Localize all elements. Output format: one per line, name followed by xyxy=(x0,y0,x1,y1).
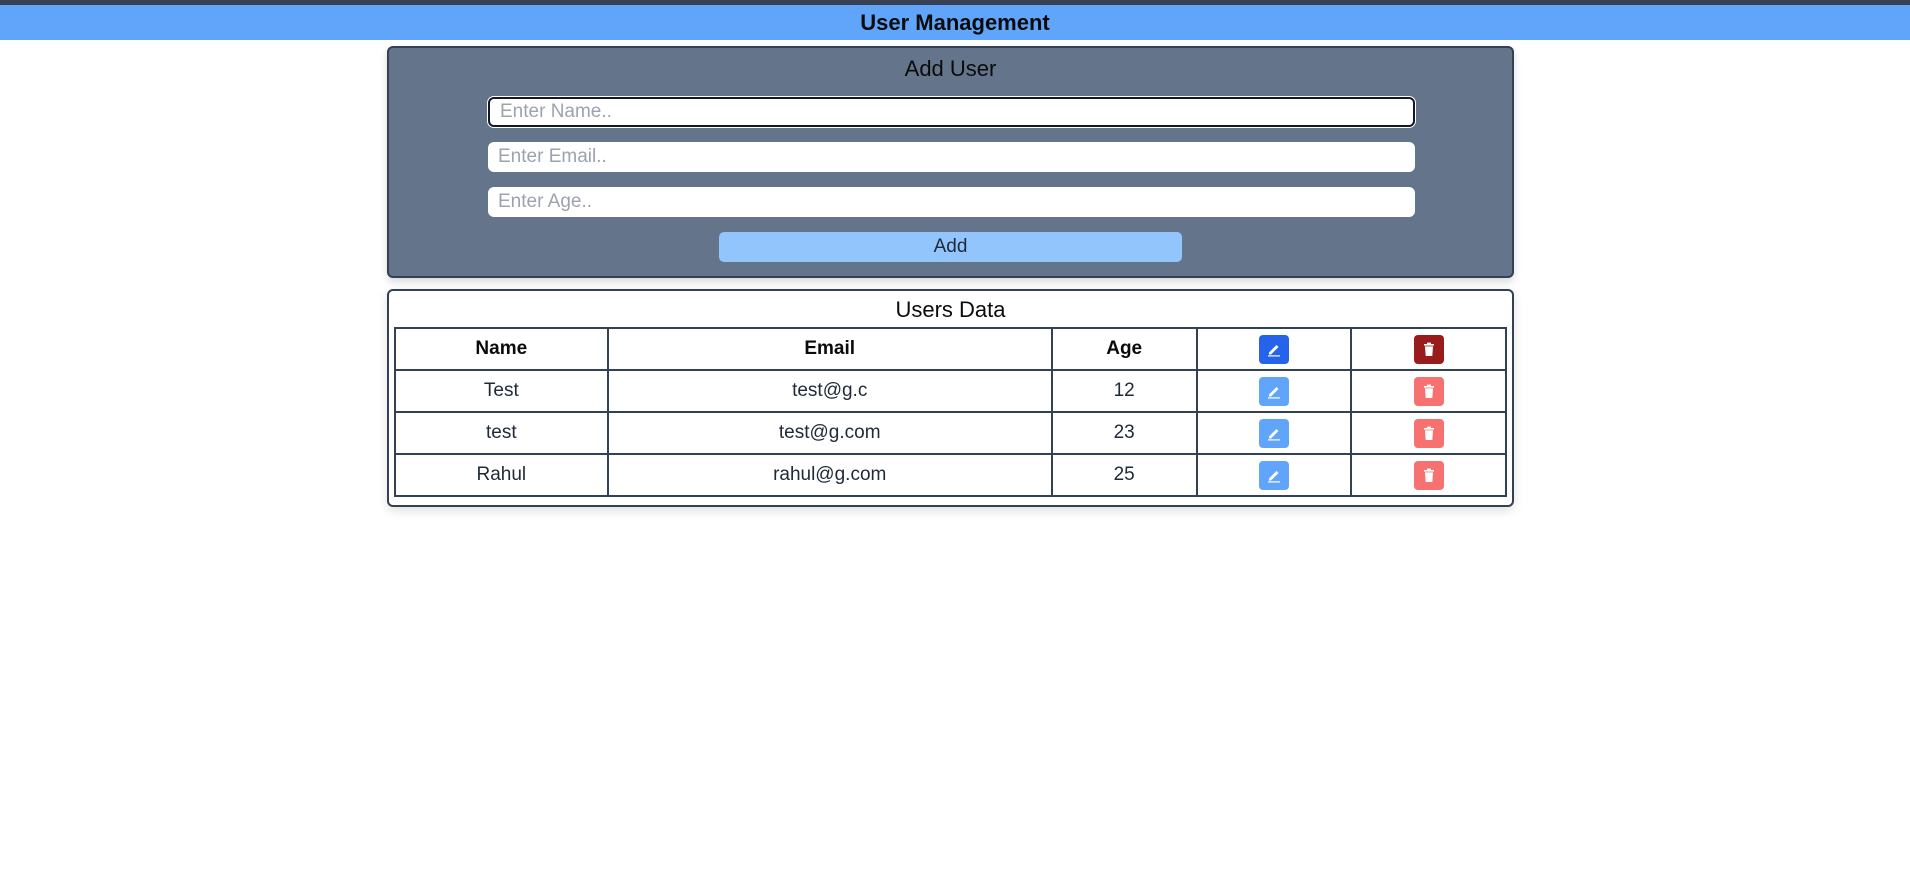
cell-email: test@g.c xyxy=(606,369,1053,413)
cell-name: Test xyxy=(394,369,609,413)
app-header: User Management xyxy=(0,5,1910,40)
column-header-delete xyxy=(1350,327,1507,371)
cell-edit xyxy=(1195,411,1353,455)
users-data-heading: Users Data xyxy=(895,297,1006,322)
pencil-icon xyxy=(1267,429,1280,441)
cell-delete xyxy=(1350,369,1507,413)
column-header-edit xyxy=(1195,327,1353,371)
table-row: Rahul rahul@g.com 25 xyxy=(394,453,1507,497)
cell-age: 25 xyxy=(1050,453,1198,497)
users-data-panel: Users Data Name Email Age Test test@g.c … xyxy=(387,289,1514,507)
edit-button[interactable] xyxy=(1258,418,1289,448)
page-title: User Management xyxy=(860,9,1050,35)
users-table: Name Email Age Test test@g.c 12 test tes… xyxy=(394,327,1507,497)
trash-icon xyxy=(1423,384,1434,398)
add-user-button[interactable]: Add xyxy=(719,232,1182,262)
delete-header-button[interactable] xyxy=(1413,334,1444,364)
pencil-icon xyxy=(1267,345,1280,357)
cell-edit xyxy=(1195,453,1353,497)
pencil-icon xyxy=(1267,471,1280,483)
edit-header-button[interactable] xyxy=(1258,334,1289,364)
trash-icon xyxy=(1423,426,1434,440)
column-header-name: Name xyxy=(394,327,609,371)
delete-button[interactable] xyxy=(1413,460,1444,490)
add-user-form: Add User Add xyxy=(387,46,1514,278)
cell-delete xyxy=(1350,453,1507,497)
trash-icon xyxy=(1423,468,1434,482)
cell-name: Rahul xyxy=(394,453,609,497)
email-input[interactable] xyxy=(488,142,1415,172)
edit-button[interactable] xyxy=(1258,376,1289,406)
column-header-email: Email xyxy=(606,327,1053,371)
add-user-heading: Add User xyxy=(904,56,997,81)
cell-delete xyxy=(1350,411,1507,455)
cell-age: 23 xyxy=(1050,411,1198,455)
pencil-icon xyxy=(1267,387,1280,399)
cell-edit xyxy=(1195,369,1353,413)
cell-name: test xyxy=(394,411,609,455)
trash-icon xyxy=(1423,342,1434,356)
edit-button[interactable] xyxy=(1258,460,1289,490)
name-input[interactable] xyxy=(488,97,1415,127)
delete-button[interactable] xyxy=(1413,418,1444,448)
cell-email: test@g.com xyxy=(606,411,1053,455)
delete-button[interactable] xyxy=(1413,376,1444,406)
table-row: Test test@g.c 12 xyxy=(394,369,1507,413)
table-row: test test@g.com 23 xyxy=(394,411,1507,455)
cell-email: rahul@g.com xyxy=(606,453,1053,497)
cell-age: 12 xyxy=(1050,369,1198,413)
age-input[interactable] xyxy=(488,187,1415,217)
column-header-age: Age xyxy=(1050,327,1198,371)
table-header-row: Name Email Age xyxy=(394,327,1507,371)
